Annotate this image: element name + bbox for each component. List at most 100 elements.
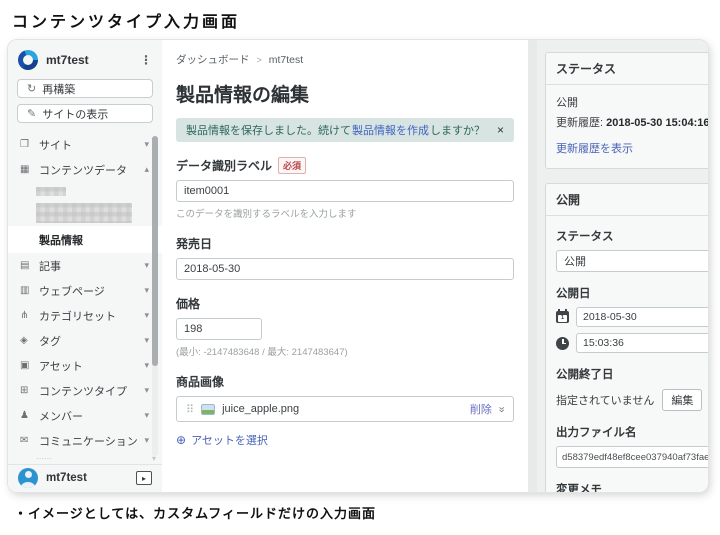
sidebar-user-row[interactable]: mt7test ▸: [8, 463, 162, 492]
chevron-down-icon[interactable]: ▾: [144, 435, 149, 446]
plus-circle-icon: ⊕: [176, 433, 187, 447]
breadcrumb-site: mt7test: [268, 53, 304, 66]
field-help: このデータを識別するラベルを入力します: [176, 209, 357, 220]
asset-file-name: juice_apple.png: [222, 403, 300, 415]
redacted-label: [36, 203, 132, 224]
history-timestamp: 2018-05-30 15:04:16: [606, 117, 708, 129]
page-heading: 製品情報の編集: [176, 85, 310, 106]
sidebar-header: mt7test ⋮: [8, 40, 162, 76]
sidebar-menu: ❐ サイト ▾ ▦ コンテンツデータ ▴ 製品情報 ▤ 記事 ▾ ▥ ウェブペー…: [8, 132, 162, 453]
field-release-date: 発売日: [176, 235, 514, 280]
content-divider: [528, 40, 537, 492]
chevron-up-icon[interactable]: ▴: [144, 164, 149, 175]
output-filename-input[interactable]: [556, 446, 708, 468]
publish-time-input[interactable]: [576, 333, 708, 353]
field-help: (最小: -2147483648 / 最大: 2147483647): [176, 347, 348, 358]
status-value: 公開: [556, 97, 578, 109]
communication-icon: ✉: [20, 435, 29, 447]
breadcrumb-separator: >: [256, 54, 262, 65]
view-site-button[interactable]: ✎ サイトの表示: [17, 104, 153, 124]
history-label: 更新履歴:: [556, 117, 604, 129]
delete-asset-link[interactable]: 削除: [470, 401, 492, 417]
sidebar-item-entries[interactable]: ▤ 記事 ▾: [8, 253, 162, 278]
entry-icon: ▤: [20, 260, 30, 272]
chevron-down-icon[interactable]: ▾: [144, 410, 149, 421]
redacted-label: [36, 186, 66, 196]
sidebar-item-members[interactable]: ♟ メンバー ▾: [8, 403, 162, 428]
view-site-label: サイトの表示: [42, 108, 109, 121]
success-alert: 製品情報を保存しました。続けて 製品情報を作成 しますか？ ×: [176, 118, 514, 142]
field-price: 価格 (最小: -2147483648 / 最大: 2147483647): [176, 295, 514, 358]
sidebar-more-row: ⋯⋯ ▾: [8, 453, 162, 464]
chevron-down-icon[interactable]: ▾: [144, 310, 149, 321]
widget-title: 公開: [546, 184, 708, 216]
double-chevron-icon[interactable]: »: [495, 406, 507, 411]
category-set-icon: ⋔: [20, 310, 29, 322]
asset-row: ⠿ juice_apple.png 削除 »: [176, 396, 514, 422]
edit-pencil-icon: ✎: [27, 108, 37, 121]
tag-icon: ◈: [20, 335, 28, 347]
webpage-icon: ▥: [20, 285, 30, 297]
required-badge: 必須: [278, 157, 307, 174]
rebuild-label: 再構築: [42, 83, 76, 96]
user-avatar: [18, 468, 38, 489]
field-label: データ識別ラベル 必須: [176, 157, 514, 174]
chevron-down-icon[interactable]: ▾: [144, 260, 149, 271]
select-asset-link[interactable]: ⊕ アセットを選択: [176, 432, 268, 448]
content-type-icon: ⊞: [20, 385, 29, 397]
right-panel: ステータス 公開 更新履歴: 2018-05-30 15:04:16 更新履歴を…: [537, 40, 708, 492]
sidebar-item-communication[interactable]: ✉ コミュニケーション ▾: [8, 428, 162, 453]
publish-date-input[interactable]: [576, 307, 708, 327]
chevron-down-icon[interactable]: ▾: [144, 360, 149, 371]
chevron-down-icon[interactable]: ▾: [144, 285, 149, 296]
price-input[interactable]: [176, 318, 262, 340]
edit-end-date-button[interactable]: 編集: [662, 389, 703, 411]
status-select[interactable]: 公開 ▴▾: [556, 250, 708, 272]
end-date-label: 公開終了日: [556, 369, 614, 381]
main-content: ダッシュボード > mt7test 製品情報の編集 製品情報を保存しました。続け…: [162, 40, 528, 492]
rebuild-button[interactable]: ↻ 再構築: [17, 79, 153, 99]
sidebar-item-redacted: [8, 182, 162, 200]
sidebar: mt7test ⋮ ↻ 再構築 ✎ サイトの表示 ❐ サイト ▾ ▦ コンテンツ…: [8, 40, 162, 492]
breadcrumb: ダッシュボード > mt7test: [176, 52, 514, 67]
chevron-down-icon[interactable]: ▾: [144, 335, 149, 346]
close-icon[interactable]: ×: [497, 123, 504, 137]
sidebar-item-content-types[interactable]: ⊞ コンテンツタイプ ▾: [8, 378, 162, 403]
movable-type-logo-icon: [18, 50, 38, 70]
publish-widget: 公開 ステータス 公開 ▴▾ 公開日 公開終了日: [545, 183, 708, 492]
rebuild-icon: ↻: [27, 83, 37, 96]
page-title: コンテンツタイプ入力画面: [12, 14, 241, 31]
widget-title: ステータス: [546, 53, 708, 85]
member-icon: ♟: [20, 410, 29, 422]
breadcrumb-dashboard[interactable]: ダッシュボード: [176, 52, 250, 67]
sidebar-item-product-info[interactable]: 製品情報: [8, 226, 162, 254]
status-widget: ステータス 公開 更新履歴: 2018-05-30 15:04:16 更新履歴を…: [545, 52, 708, 169]
sidebar-scrollbar[interactable]: [152, 136, 158, 456]
chevron-down-icon[interactable]: ▾: [144, 139, 149, 150]
collapse-sidebar-button[interactable]: ▸: [136, 471, 152, 486]
publish-date-label: 公開日: [556, 288, 591, 300]
sidebar-item-webpages[interactable]: ▥ ウェブページ ▾: [8, 278, 162, 303]
show-history-link[interactable]: 更新履歴を表示: [556, 140, 633, 156]
sidebar-item-assets[interactable]: ▣ アセット ▾: [8, 353, 162, 378]
chevron-down-icon[interactable]: ▾: [144, 385, 149, 396]
scrollbar-thumb[interactable]: [152, 136, 158, 367]
site-name: mt7test: [46, 53, 89, 67]
calendar-icon: [556, 309, 569, 323]
create-next-link[interactable]: 製品情報を作成: [352, 122, 429, 138]
end-date-value: 指定されていません: [556, 395, 655, 407]
drag-handle-icon[interactable]: ⠿: [186, 403, 194, 416]
sidebar-item-category-sets[interactable]: ⋔ カテゴリセット ▾: [8, 303, 162, 328]
more-dots: ⋯⋯: [36, 453, 52, 463]
kebab-menu-icon[interactable]: ⋮: [140, 53, 152, 67]
status-select-label: ステータス: [556, 231, 614, 243]
app-window: mt7test ⋮ ↻ 再構築 ✎ サイトの表示 ❐ サイト ▾ ▦ コンテンツ…: [8, 40, 708, 492]
release-date-input[interactable]: [176, 258, 514, 280]
alert-text-after: しますか？: [430, 125, 485, 137]
sidebar-item-sites[interactable]: ❐ サイト ▾: [8, 132, 162, 157]
sidebar-item-tags[interactable]: ◈ タグ ▾: [8, 328, 162, 353]
asset-icon: ▣: [20, 360, 30, 372]
data-label-input[interactable]: [176, 180, 514, 202]
field-data-label: データ識別ラベル 必須 このデータを識別するラベルを入力します: [176, 157, 514, 220]
sidebar-item-content-data[interactable]: ▦ コンテンツデータ ▴: [8, 157, 162, 182]
